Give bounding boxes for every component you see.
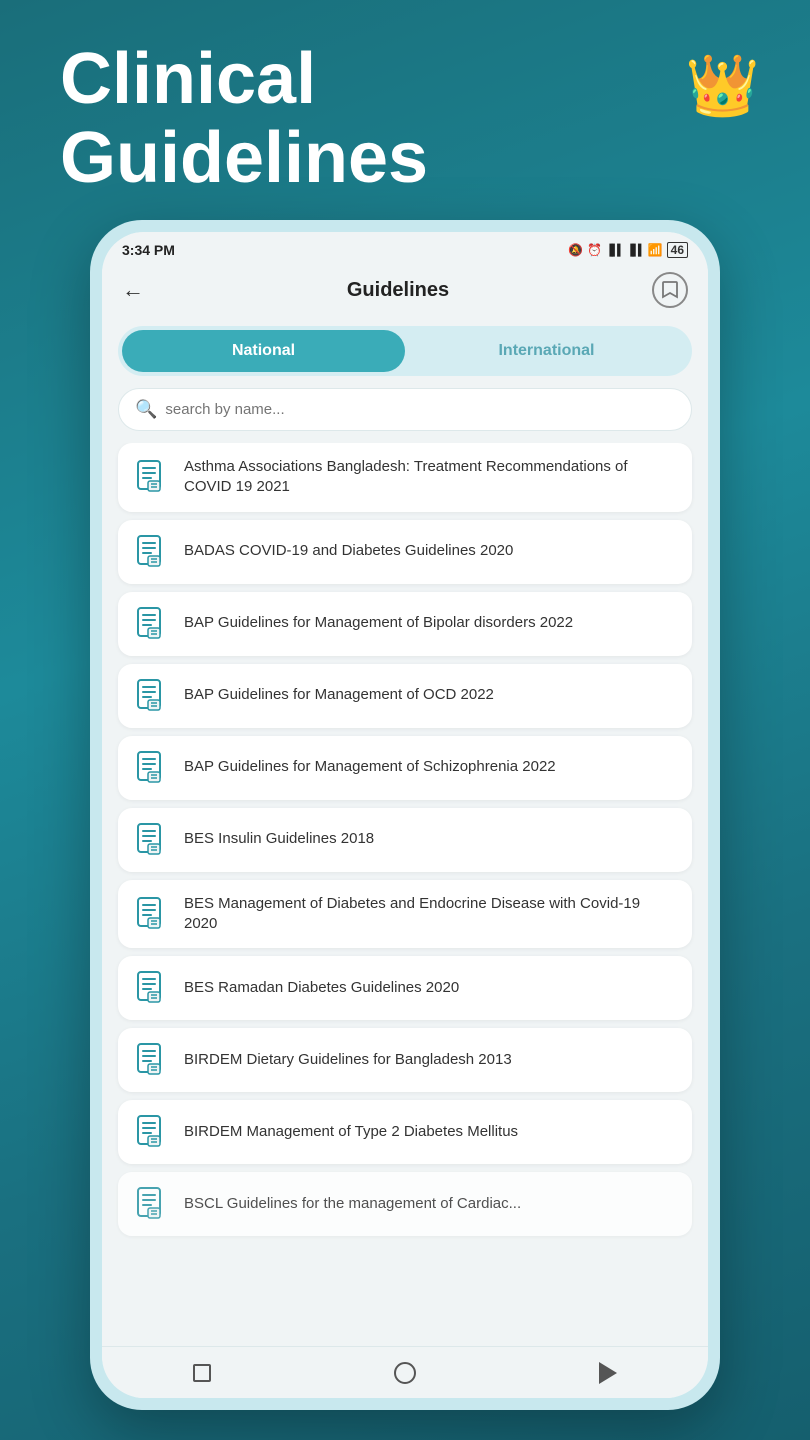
recents-icon bbox=[193, 1364, 211, 1382]
nav-recents-button[interactable] bbox=[193, 1364, 211, 1382]
guideline-text: BES Insulin Guidelines 2018 bbox=[184, 829, 374, 849]
guideline-text: BAP Guidelines for Management of Bipolar… bbox=[184, 613, 573, 633]
document-icon bbox=[134, 534, 170, 570]
crown-icon: 👑 bbox=[685, 50, 760, 121]
bottom-nav bbox=[102, 1346, 708, 1398]
list-item[interactable]: BES Ramadan Diabetes Guidelines 2020 bbox=[118, 956, 692, 1020]
document-icon bbox=[134, 750, 170, 786]
nav-back-button[interactable] bbox=[599, 1362, 617, 1384]
status-time: 3:34 PM bbox=[122, 242, 175, 258]
tab-national[interactable]: National bbox=[122, 330, 405, 372]
guideline-text: BIRDEM Dietary Guidelines for Bangladesh… bbox=[184, 1050, 512, 1070]
document-icon bbox=[134, 459, 170, 495]
alarm-icon: ⏰ bbox=[587, 243, 602, 257]
bookmark-button[interactable] bbox=[652, 272, 688, 308]
list-item[interactable]: BAP Guidelines for Management of Bipolar… bbox=[118, 592, 692, 656]
page-title: Clinical Guidelines bbox=[60, 40, 428, 198]
status-icons: 🔕 ⏰ ▐▌▌ ▐▌▌ 📶 46 bbox=[568, 242, 688, 258]
nav-home-button[interactable] bbox=[394, 1362, 416, 1384]
guideline-text: BES Management of Diabetes and Endocrine… bbox=[184, 894, 676, 935]
guideline-text: BIRDEM Management of Type 2 Diabetes Mel… bbox=[184, 1122, 518, 1142]
mute-icon: 🔕 bbox=[568, 243, 583, 257]
back-icon bbox=[599, 1362, 617, 1384]
search-icon: 🔍 bbox=[135, 399, 157, 420]
guideline-text: BSCL Guidelines for the management of Ca… bbox=[184, 1194, 521, 1214]
document-icon bbox=[134, 822, 170, 858]
search-container: 🔍 bbox=[118, 388, 692, 431]
document-icon bbox=[134, 678, 170, 714]
signal-icon1: ▐▌▌ bbox=[606, 244, 623, 257]
bookmark-icon bbox=[661, 280, 679, 300]
header-title: Guidelines bbox=[347, 279, 449, 302]
back-button[interactable]: ← bbox=[122, 277, 144, 303]
home-icon bbox=[394, 1362, 416, 1384]
guideline-text: BADAS COVID-19 and Diabetes Guidelines 2… bbox=[184, 541, 513, 561]
list-item[interactable]: BAP Guidelines for Management of Schizop… bbox=[118, 736, 692, 800]
guideline-text: Asthma Associations Bangladesh: Treatmen… bbox=[184, 457, 676, 498]
document-icon bbox=[134, 970, 170, 1006]
tab-international[interactable]: International bbox=[405, 330, 688, 372]
list-item[interactable]: BES Management of Diabetes and Endocrine… bbox=[118, 880, 692, 949]
document-icon bbox=[134, 606, 170, 642]
phone-screen: 3:34 PM 🔕 ⏰ ▐▌▌ ▐▌▌ 📶 46 ← Guidelines Na… bbox=[102, 232, 708, 1398]
signal-icon2: ▐▌▌ bbox=[627, 244, 644, 257]
list-item[interactable]: BIRDEM Dietary Guidelines for Bangladesh… bbox=[118, 1028, 692, 1092]
status-bar: 3:34 PM 🔕 ⏰ ▐▌▌ ▐▌▌ 📶 46 bbox=[102, 232, 708, 264]
list-item[interactable]: BIRDEM Management of Type 2 Diabetes Mel… bbox=[118, 1100, 692, 1164]
app-header: ← Guidelines bbox=[102, 264, 708, 320]
battery-icon: 46 bbox=[667, 242, 688, 258]
list-item[interactable]: BES Insulin Guidelines 2018 bbox=[118, 808, 692, 872]
guideline-text: BAP Guidelines for Management of Schizop… bbox=[184, 757, 556, 777]
wifi-icon: 📶 bbox=[648, 243, 663, 257]
document-icon bbox=[134, 1042, 170, 1078]
document-icon bbox=[134, 1186, 170, 1222]
guidelines-list: Asthma Associations Bangladesh: Treatmen… bbox=[102, 443, 708, 1346]
search-input[interactable] bbox=[165, 401, 675, 418]
list-item[interactable]: BADAS COVID-19 and Diabetes Guidelines 2… bbox=[118, 520, 692, 584]
guideline-text: BAP Guidelines for Management of OCD 202… bbox=[184, 685, 494, 705]
list-item[interactable]: BAP Guidelines for Management of OCD 202… bbox=[118, 664, 692, 728]
document-icon bbox=[134, 1114, 170, 1150]
list-item[interactable]: Asthma Associations Bangladesh: Treatmen… bbox=[118, 443, 692, 512]
list-item[interactable]: BSCL Guidelines for the management of Ca… bbox=[118, 1172, 692, 1236]
tab-switcher: National International bbox=[118, 326, 692, 376]
guideline-text: BES Ramadan Diabetes Guidelines 2020 bbox=[184, 978, 459, 998]
phone-frame: 3:34 PM 🔕 ⏰ ▐▌▌ ▐▌▌ 📶 46 ← Guidelines Na… bbox=[90, 220, 720, 1410]
document-icon bbox=[134, 896, 170, 932]
